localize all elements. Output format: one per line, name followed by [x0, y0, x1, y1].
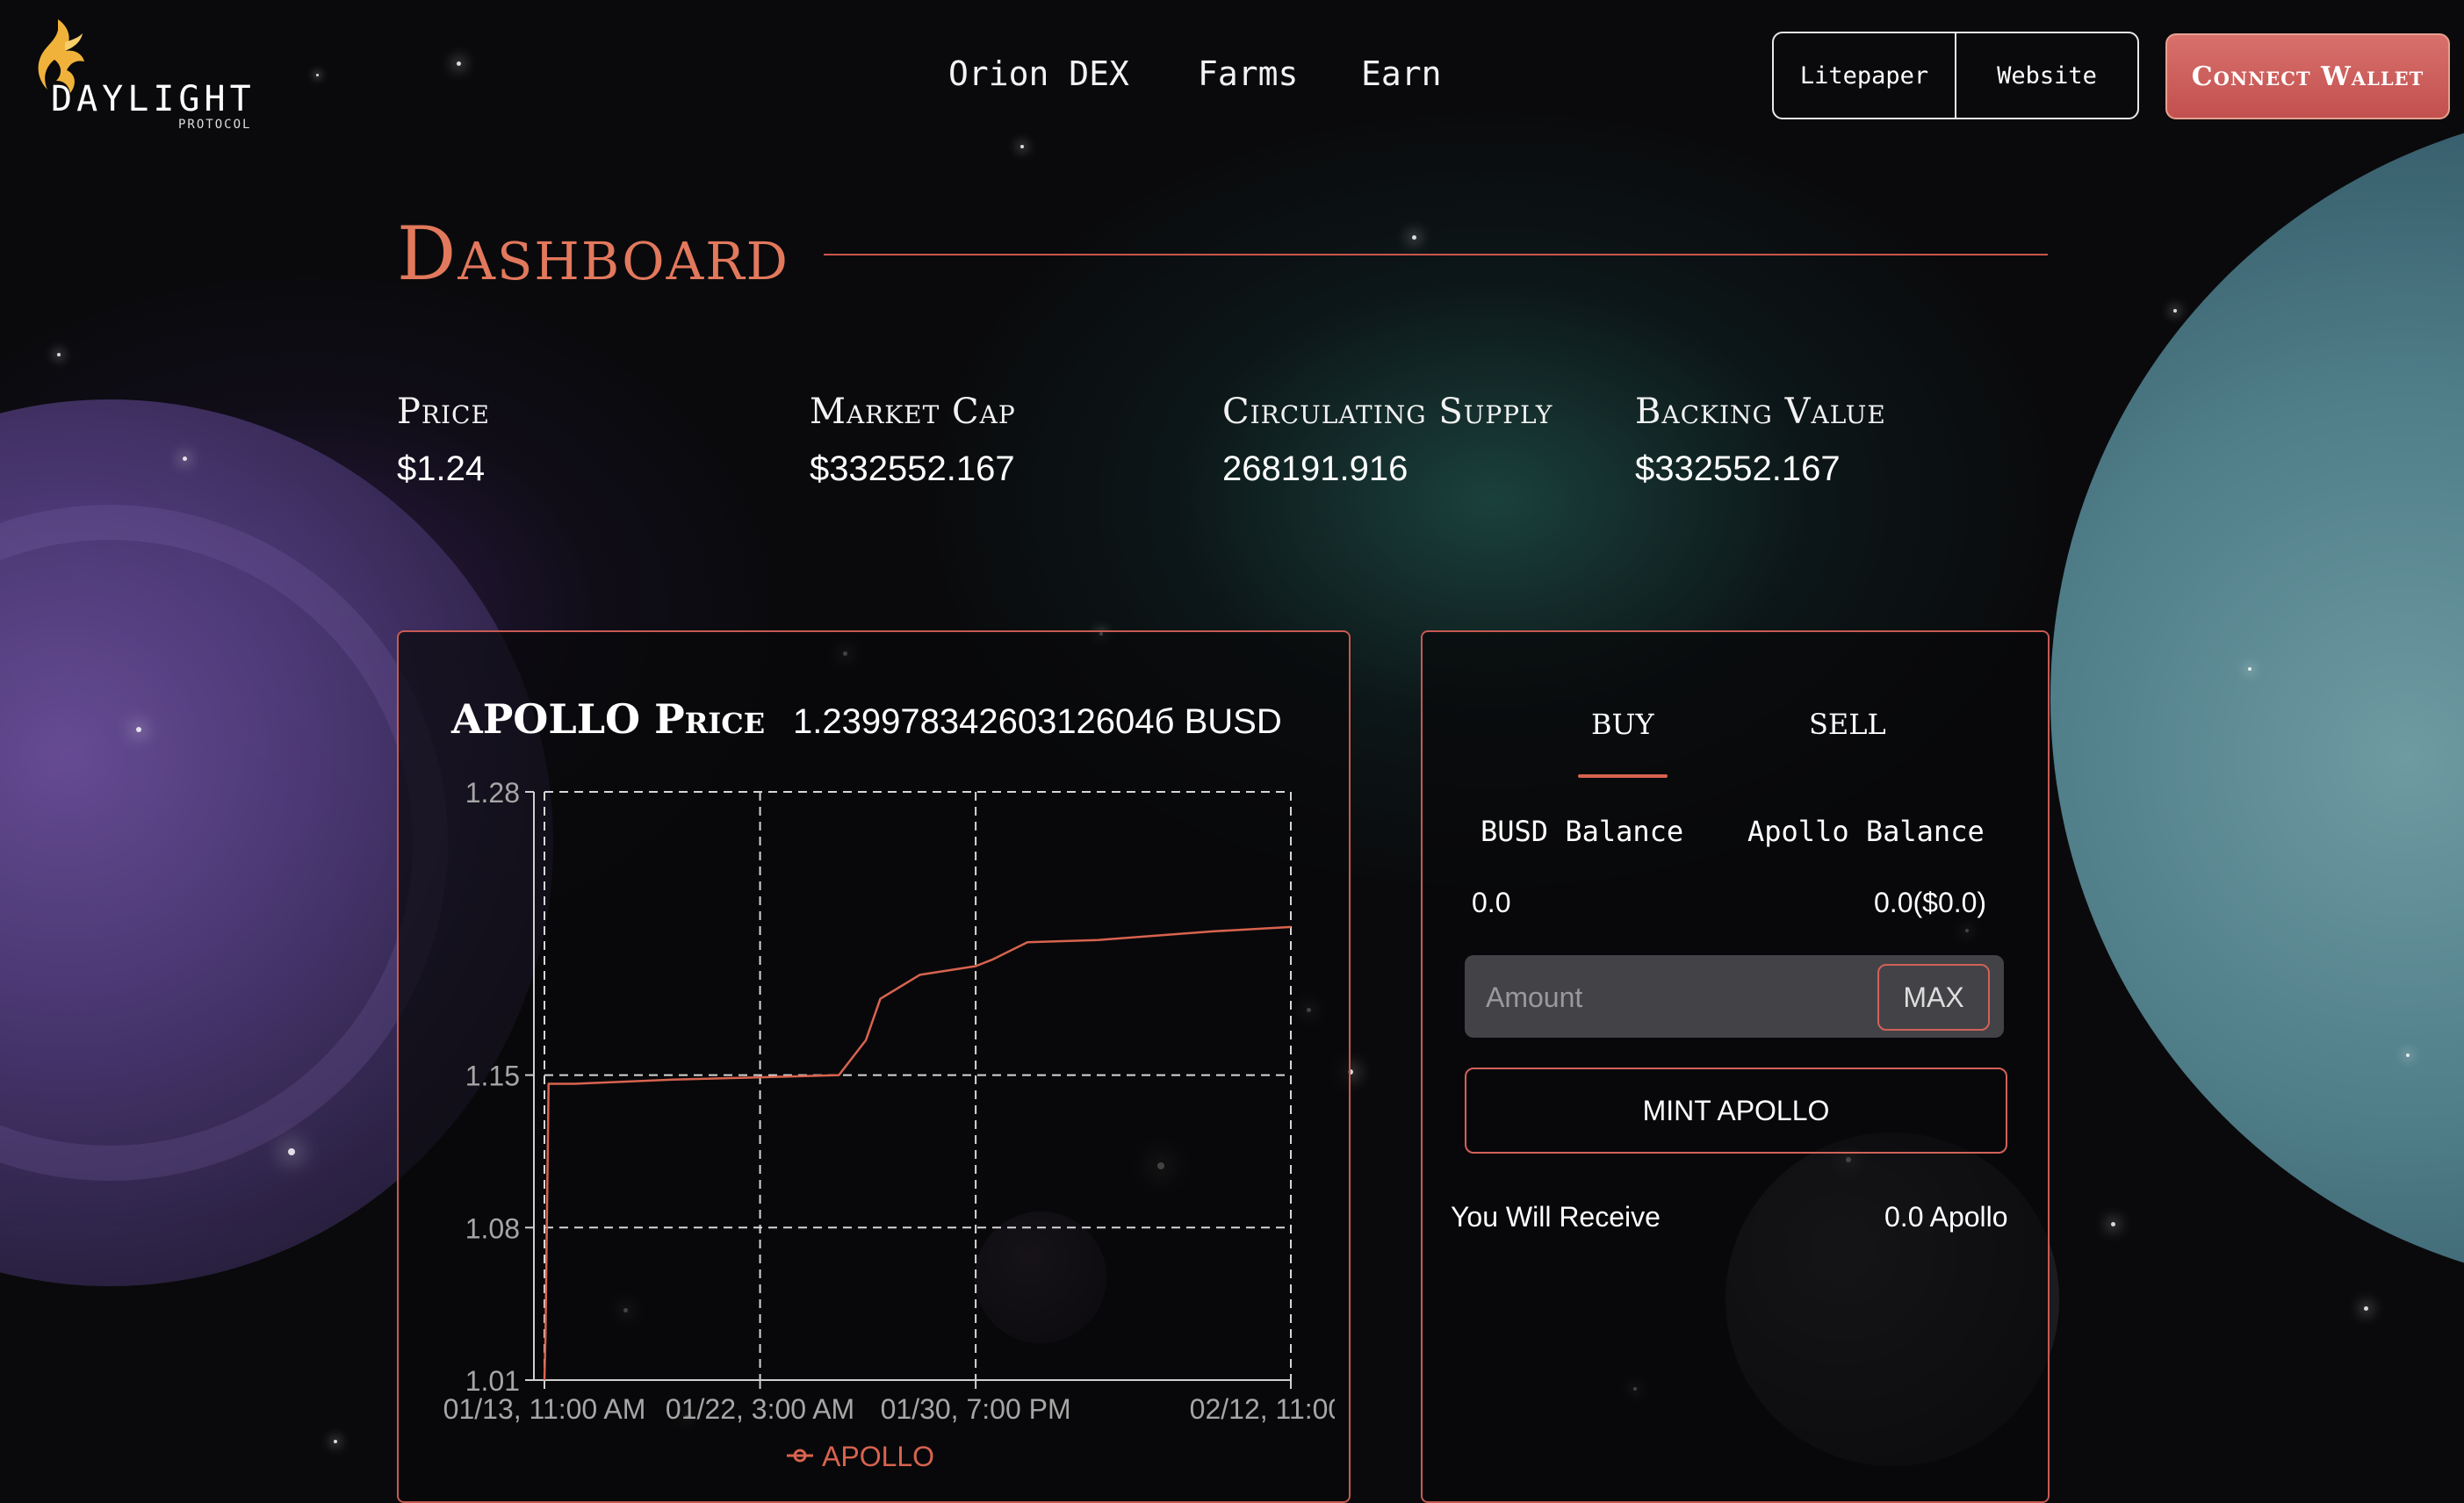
y-tick-label: 1.08 — [465, 1212, 520, 1244]
x-tick-label: 01/30, 7:00 PM — [881, 1393, 1071, 1425]
stat-price-value: $1.24 — [397, 449, 486, 488]
stat-backing-value-label: Backing Value — [1635, 392, 1886, 432]
nav-orion-dex[interactable]: Orion DEX — [948, 54, 1129, 93]
star — [2248, 667, 2251, 671]
tab-sell[interactable]: SELL — [1809, 708, 1886, 741]
star — [2173, 309, 2177, 313]
tab-buy[interactable]: BUY — [1591, 708, 1654, 741]
y-tick-label: 1.15 — [465, 1061, 520, 1092]
star — [183, 457, 187, 461]
star — [57, 353, 61, 356]
mint-apollo-button[interactable]: MINT APOLLO — [1465, 1068, 2007, 1154]
series-line-apollo — [543, 925, 1292, 1381]
apollo-balance-label: Apollo Balance — [1747, 815, 1985, 848]
title-divider — [824, 254, 2048, 255]
stat-price-label: Price — [397, 392, 490, 432]
stat-circulating-supply-value: 268191.916 — [1222, 449, 1409, 488]
brand-name: DAYLIGHT — [51, 79, 256, 119]
nav-earn[interactable]: Earn — [1361, 54, 1442, 93]
legend-label: APOLLO — [822, 1441, 934, 1472]
stat-circulating-supply-label: Circulating Supply — [1222, 392, 1553, 432]
max-button[interactable]: MAX — [1877, 964, 1990, 1031]
trade-card — [1421, 630, 2050, 1503]
star — [334, 1440, 337, 1443]
stat-backing-value-value: $332552.167 — [1635, 449, 1841, 488]
chart-title: APOLLO Price — [451, 695, 766, 743]
star — [1412, 235, 1416, 240]
chart-current-price: 1.23997834260312604б BUSD — [793, 702, 1282, 741]
connect-wallet-button[interactable]: Connect Wallet — [2165, 33, 2450, 119]
stat-market-cap-value: $332552.167 — [810, 449, 1015, 488]
x-tick-label: 01/13, 11:00 AM — [443, 1393, 646, 1425]
amount-input[interactable] — [1484, 955, 1839, 1039]
busd-balance-value: 0.0 — [1472, 887, 1511, 918]
star — [288, 1148, 295, 1155]
star — [316, 74, 319, 76]
apollo-balance-value: 0.0($0.0) — [1874, 887, 1987, 918]
star — [1020, 145, 1024, 148]
amount-field: MAX — [1465, 955, 2004, 1039]
receive-label: You Will Receive — [1451, 1201, 1661, 1233]
planet-blue — [2050, 105, 2464, 1291]
active-tab-indicator — [1578, 774, 1668, 778]
y-tick-label: 1.28 — [465, 777, 520, 809]
website-button[interactable]: Website — [1955, 33, 2137, 118]
litepaper-button[interactable]: Litepaper — [1774, 33, 1955, 118]
star — [2406, 1054, 2410, 1057]
nav-farms[interactable]: Farms — [1198, 54, 1298, 93]
receive-value: 0.0 Apollo — [1884, 1201, 2008, 1233]
star — [2111, 1222, 2115, 1226]
header-link-group: Litepaper Website — [1772, 32, 2139, 119]
star — [457, 61, 461, 66]
star — [136, 727, 141, 732]
brand-logo[interactable]: DAYLIGHT PROTOCOL — [25, 16, 262, 139]
star — [2364, 1306, 2368, 1311]
x-tick-label: 02/12, 11:00 AM — [1190, 1393, 1335, 1425]
busd-balance-label: BUSD Balance — [1481, 815, 1684, 848]
page-title: Dashboard — [397, 211, 789, 297]
price-line-chart: 1.28 1.15 1.08 1.0101/13, 11:00 AM 01/22, 3:… — [443, 777, 1335, 1472]
stat-market-cap-label: Market Cap — [810, 392, 1016, 432]
x-tick-label: 01/22, 3:00 AM — [666, 1393, 854, 1425]
y-tick-label: 1.01 — [465, 1365, 520, 1397]
brand-sub: PROTOCOL — [178, 118, 252, 132]
